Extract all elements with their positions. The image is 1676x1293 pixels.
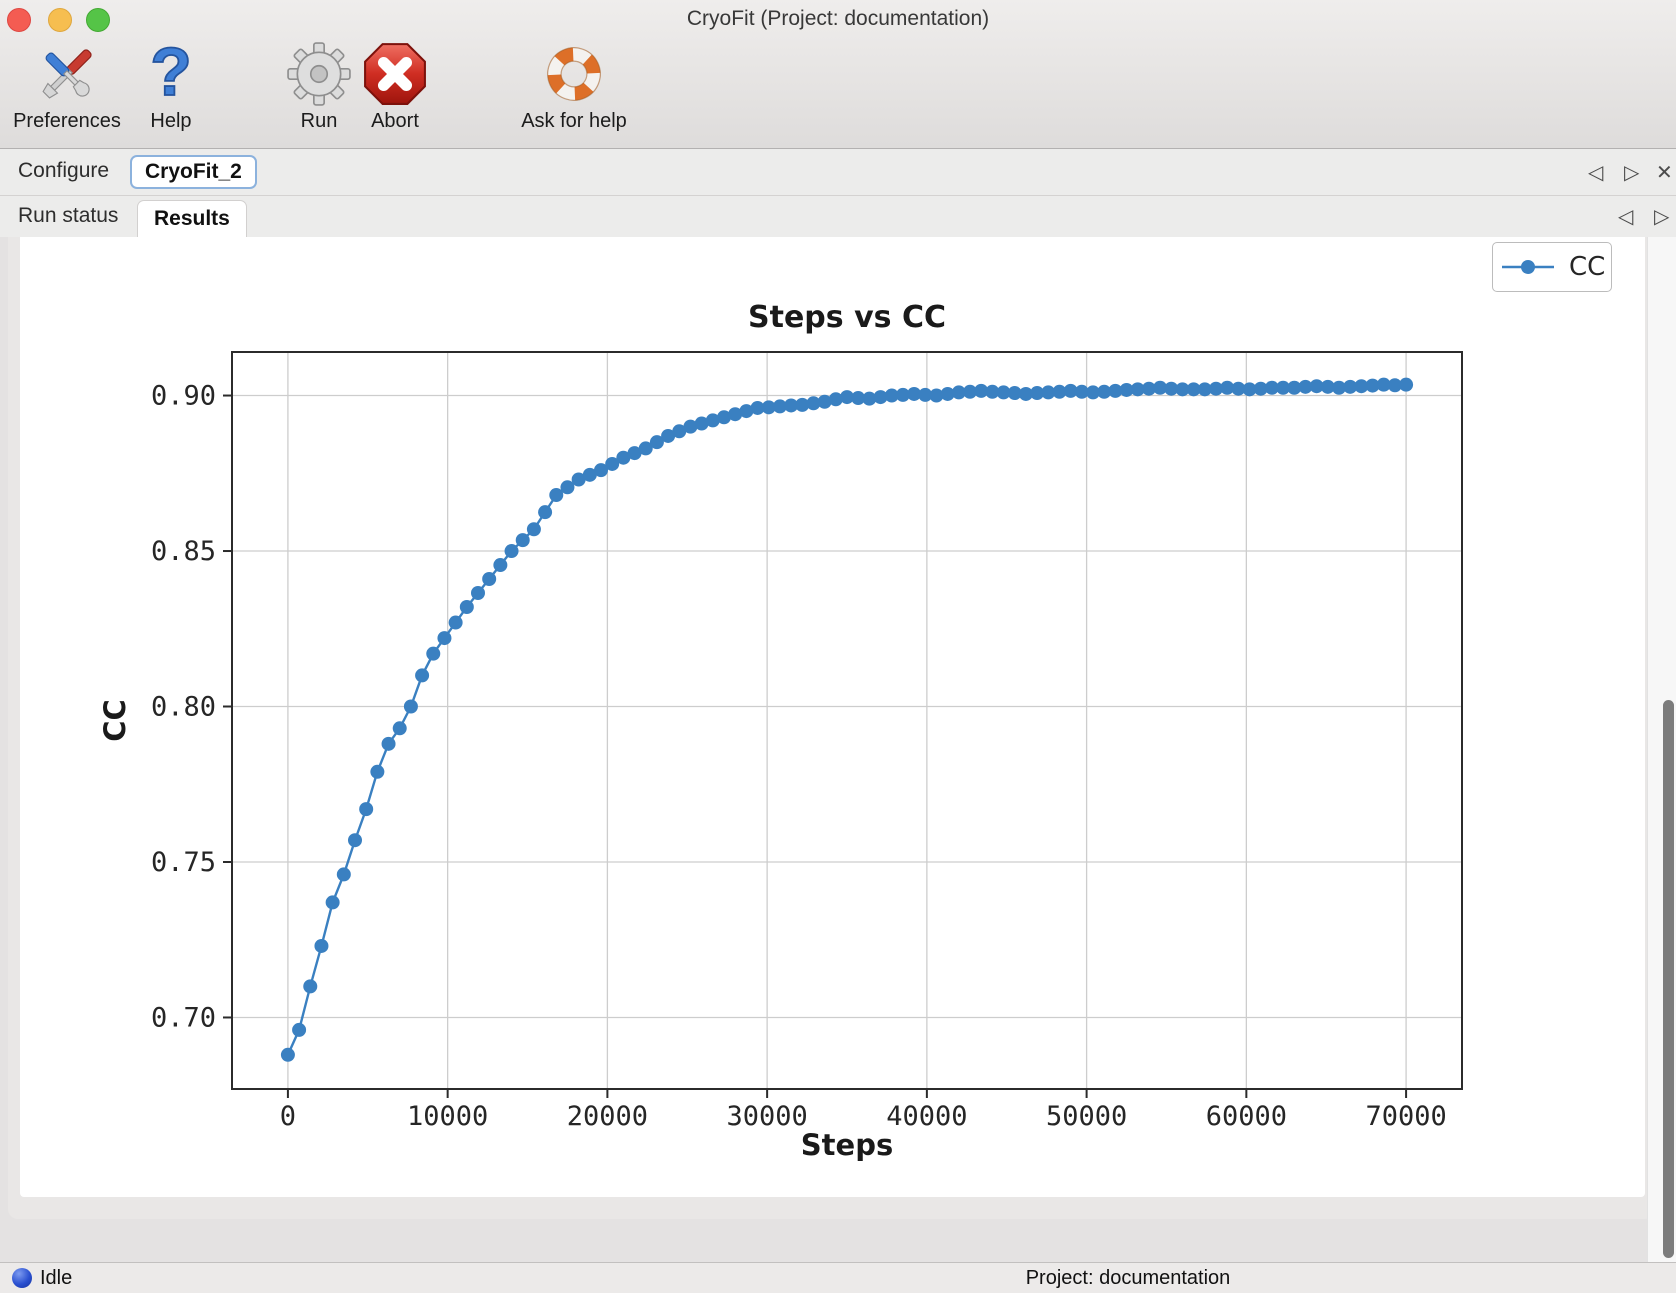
- stop-x-icon: [360, 40, 430, 108]
- svg-text:50000: 50000: [1046, 1101, 1127, 1132]
- svg-text:0.80: 0.80: [151, 692, 216, 723]
- tab-close-icon[interactable]: ✕: [1656, 160, 1673, 185]
- preferences-label: Preferences: [6, 110, 128, 133]
- ask-for-help-label: Ask for help: [508, 110, 640, 133]
- preferences-button[interactable]: Preferences: [6, 40, 128, 140]
- svg-text:Steps vs CC: Steps vs CC: [748, 300, 946, 335]
- svg-text:30000: 30000: [726, 1101, 807, 1132]
- gear-icon: [286, 40, 352, 108]
- tab-run-status[interactable]: Run status: [18, 204, 118, 228]
- tab-forward-icon[interactable]: ▷: [1624, 160, 1639, 185]
- status-bar: Idle Project: documentation: [0, 1262, 1676, 1293]
- svg-text:Steps: Steps: [801, 1128, 893, 1162]
- run-label: Run: [286, 110, 352, 133]
- window-title: CryoFit (Project: documentation): [0, 7, 1676, 31]
- abort-button[interactable]: Abort: [360, 40, 430, 140]
- subtab-back-icon[interactable]: ◁: [1618, 204, 1633, 229]
- svg-text:0.75: 0.75: [151, 847, 216, 878]
- tab-cryofit-2-active[interactable]: CryoFit_2: [130, 155, 257, 189]
- tab-bar-sub: Run status Results ◁ ▷: [0, 196, 1676, 238]
- ask-for-help-button[interactable]: Ask for help: [508, 40, 640, 140]
- vertical-scrollbar-thumb[interactable]: [1663, 700, 1674, 1258]
- tab-results-active[interactable]: Results: [137, 200, 247, 239]
- svg-text:0: 0: [280, 1101, 296, 1132]
- svg-text:CC: CC: [98, 699, 132, 742]
- run-button[interactable]: Run: [286, 40, 352, 140]
- lifebuoy-icon: [508, 40, 640, 108]
- legend-label: CC: [1569, 252, 1605, 282]
- steps-vs-cc-chart: 0 10000 20000 30000 40000 50000 60000 70000 0.70…: [20, 237, 1645, 1197]
- svg-text:?: ?: [150, 40, 192, 108]
- tools-icon: [6, 40, 128, 108]
- svg-text:0.85: 0.85: [151, 536, 216, 567]
- svg-text:40000: 40000: [886, 1101, 967, 1132]
- svg-text:60000: 60000: [1206, 1101, 1287, 1132]
- svg-text:20000: 20000: [567, 1101, 648, 1132]
- chart-legend: CC: [1492, 242, 1612, 292]
- legend-marker-icon: [1499, 253, 1559, 281]
- svg-text:10000: 10000: [407, 1101, 488, 1132]
- subtab-forward-icon[interactable]: ▷: [1654, 204, 1669, 229]
- svg-text:70000: 70000: [1365, 1101, 1446, 1132]
- question-mark-icon: ?: [140, 40, 202, 108]
- window-header: CryoFit (Project: documentation) Prefere…: [0, 0, 1676, 149]
- results-content: 0 10000 20000 30000 40000 50000 60000 70000 0.70…: [0, 237, 1676, 1262]
- abort-label: Abort: [360, 110, 430, 133]
- help-button[interactable]: ? Help: [140, 40, 202, 140]
- status-text: Idle: [40, 1267, 72, 1290]
- tab-back-icon[interactable]: ◁: [1588, 160, 1603, 185]
- vertical-scrollbar-track[interactable]: [1647, 237, 1676, 1262]
- svg-text:0.70: 0.70: [151, 1002, 216, 1033]
- project-label: Project: documentation: [1026, 1267, 1231, 1290]
- svg-text:0.90: 0.90: [151, 381, 216, 412]
- status-indicator-icon: [12, 1268, 32, 1288]
- help-label: Help: [140, 110, 202, 133]
- tab-bar-main: Configure CryoFit_2 ◁ ▷ ✕: [0, 149, 1676, 196]
- tab-configure[interactable]: Configure: [18, 159, 109, 183]
- plot-panel: 0 10000 20000 30000 40000 50000 60000 70000 0.70…: [20, 237, 1645, 1197]
